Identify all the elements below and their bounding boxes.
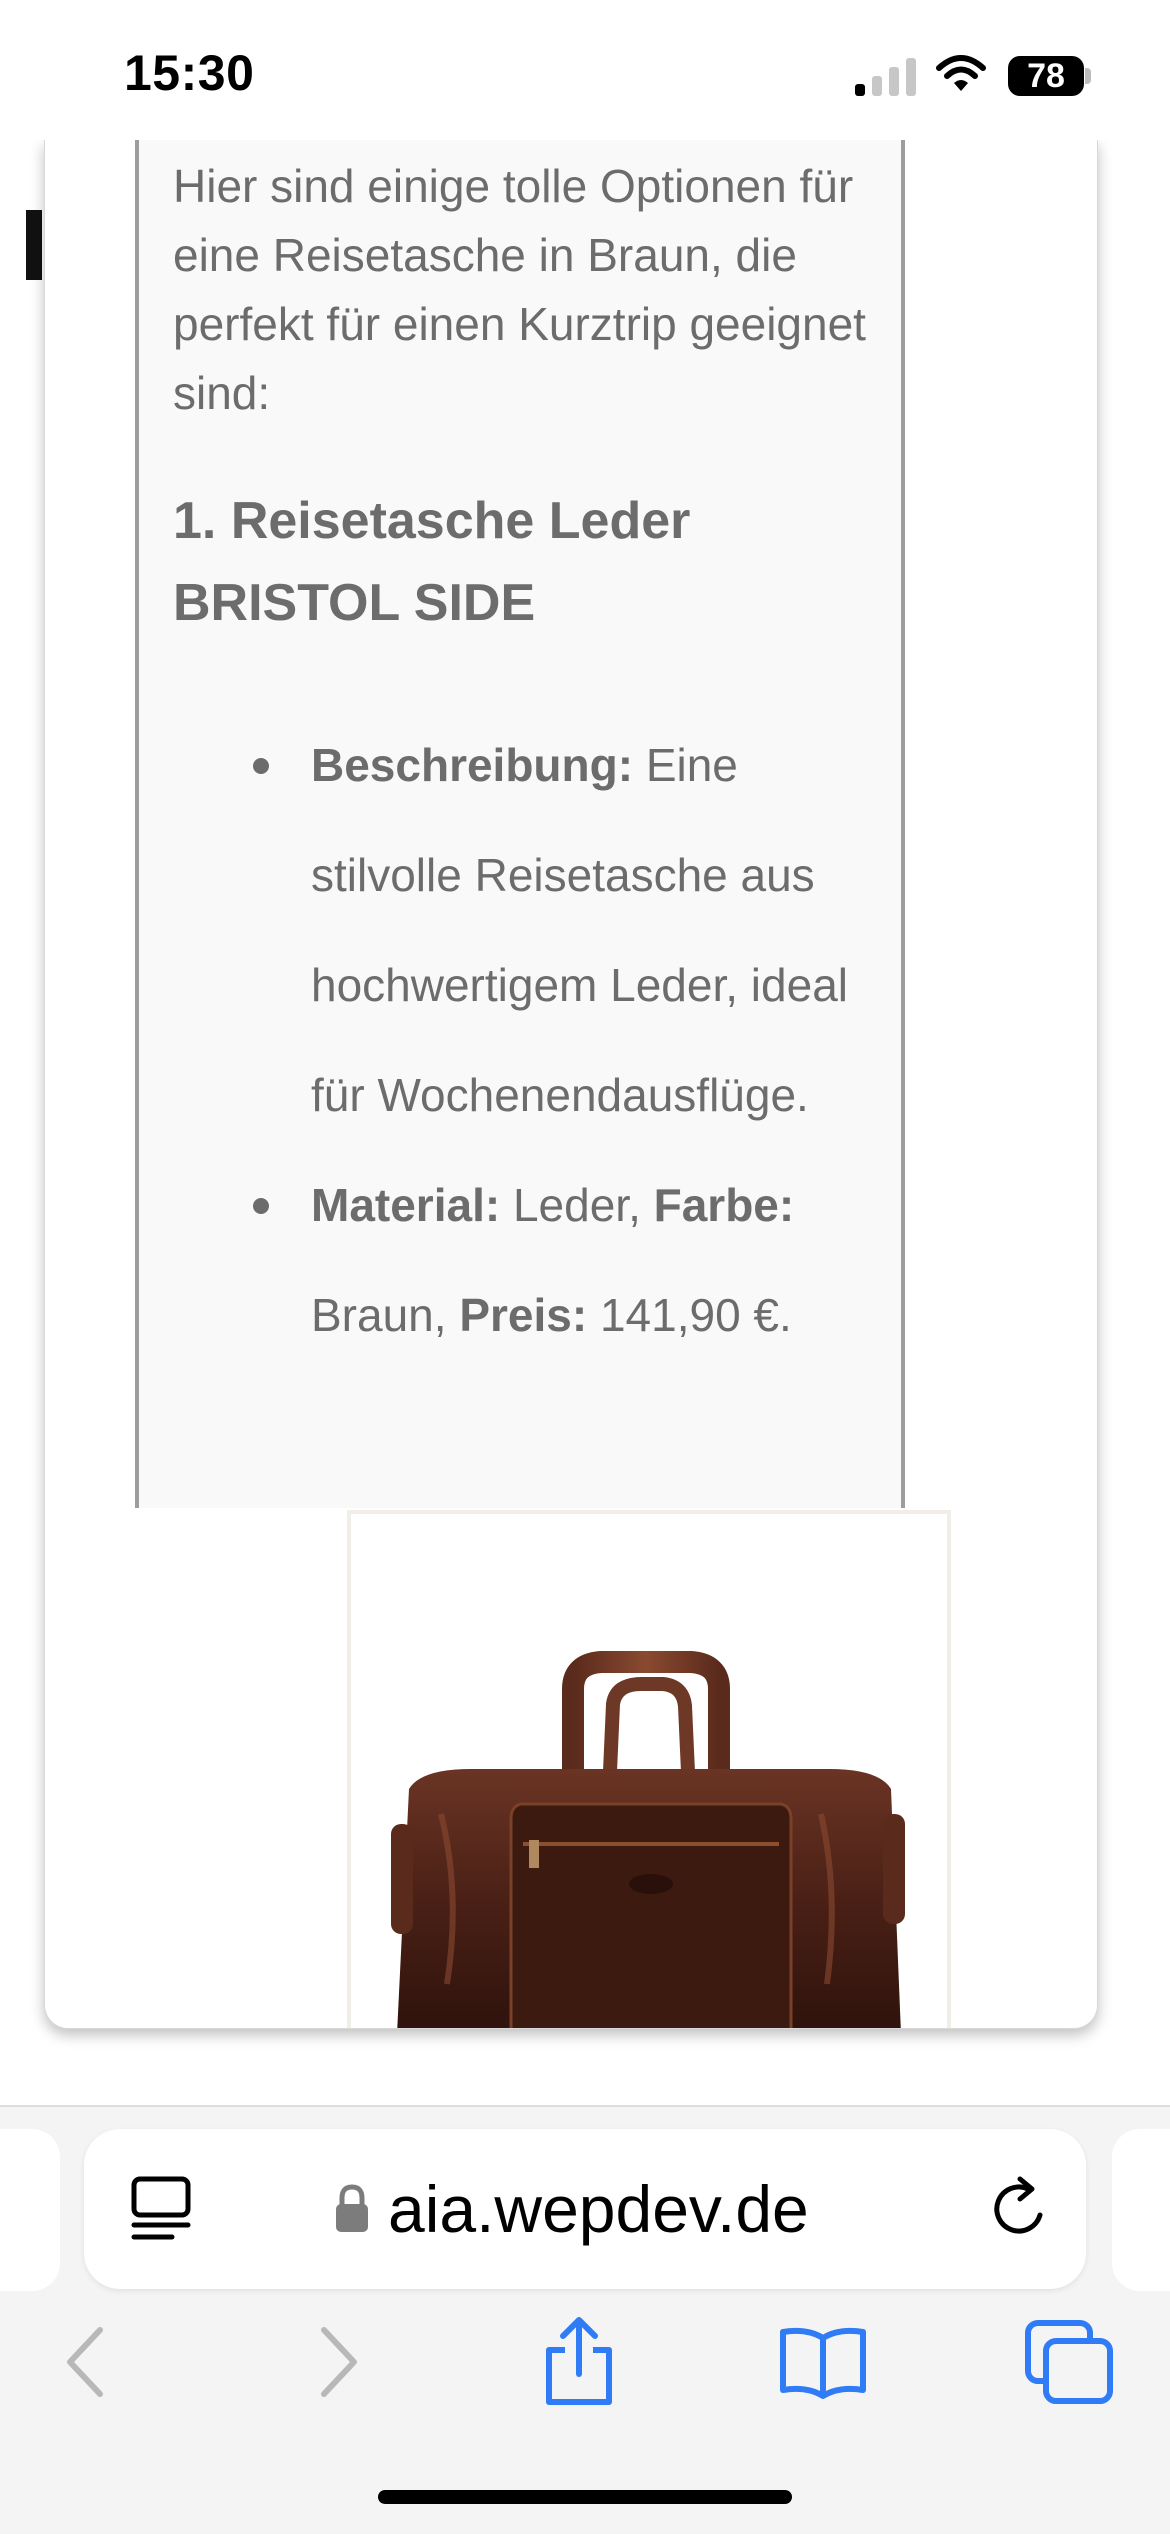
previous-tab-preview[interactable] [0, 2129, 60, 2291]
description-label: Beschreibung: [311, 739, 634, 791]
forward-icon [321, 2327, 357, 2397]
battery-icon: 78 [1008, 56, 1084, 96]
material-label: Material: [311, 1179, 501, 1231]
product-image-frame[interactable] [347, 1510, 951, 2028]
tabs-icon [1025, 2320, 1113, 2404]
leather-travel-bag-image [391, 1651, 905, 2028]
bookmarks-button[interactable] [768, 2307, 878, 2417]
background-text-fragment [26, 210, 42, 280]
price-label: Preis: [459, 1289, 588, 1341]
lock-icon [336, 2184, 368, 2232]
back-icon [67, 2327, 103, 2397]
product-details-list: Beschreibung: Eine stilvolle Reisetasche… [253, 710, 893, 1370]
list-item-attributes: Material: Leder, Farbe: Braun, Preis: 14… [253, 1150, 893, 1370]
cellular-signal-icon [855, 56, 917, 96]
reader-mode-icon[interactable] [130, 2175, 192, 2243]
web-page[interactable]: Hier sind einige tolle Optionen für eine… [0, 140, 1170, 2105]
reload-icon[interactable] [988, 2175, 1054, 2243]
battery-percent: 78 [1027, 57, 1065, 95]
share-button[interactable] [524, 2307, 634, 2417]
tabs-button[interactable] [1014, 2307, 1124, 2417]
url-text: aia.wepdev.de [388, 2172, 809, 2246]
next-tab-preview[interactable] [1112, 2129, 1170, 2291]
url-display[interactable]: aia.wepdev.de [334, 2169, 809, 2249]
wifi-icon [936, 55, 986, 91]
price-value: 141,90 €. [587, 1289, 792, 1341]
chat-response-card: Hier sind einige tolle Optionen für eine… [44, 140, 1098, 2029]
back-button[interactable] [30, 2307, 140, 2417]
color-value: Braun, [311, 1289, 460, 1341]
intro-text: Hier sind einige tolle Optionen für eine… [173, 160, 866, 419]
status-time: 15:30 [124, 45, 255, 101]
description-text: Eine stilvolle Reisetasche aus hochwerti… [311, 739, 848, 1121]
forward-button[interactable] [284, 2307, 394, 2417]
address-bar[interactable]: aia.wepdev.de [84, 2129, 1086, 2289]
battery-tip [1085, 68, 1091, 84]
home-indicator [378, 2490, 792, 2504]
list-item-description: Beschreibung: Eine stilvolle Reisetasche… [253, 710, 893, 1150]
browser-toolbar: aia.wepdev.de [0, 2105, 1170, 2534]
navigation-bar [0, 2307, 1170, 2417]
bookmarks-icon [780, 2327, 866, 2399]
share-icon [546, 2317, 612, 2405]
material-value: Leder, [500, 1179, 654, 1231]
product-heading: 1. Reisetasche Leder BRISTOL SIDE [173, 492, 691, 632]
status-bar: 15:30 78 [0, 0, 1170, 140]
color-label: Farbe: [653, 1179, 795, 1231]
